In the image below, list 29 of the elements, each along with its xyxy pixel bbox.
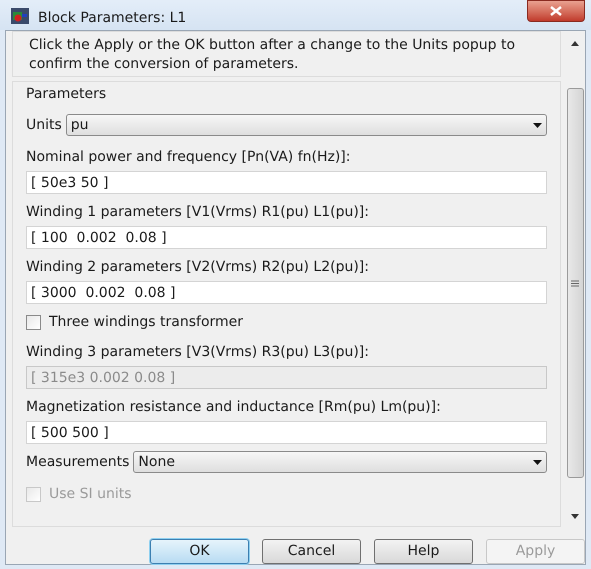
scroll-thumb[interactable] [566,88,584,478]
input-field[interactable]: [ 50e3 50 ] [26,171,547,194]
checkbox-option[interactable]: Three windings transformer [26,308,244,336]
field-label: Units [26,116,62,134]
dialog-button[interactable]: OK [150,539,249,564]
field-label: Measurements [26,452,130,472]
field-label: Winding 3 parameters [V3(Vrms) R3(pu) L3(pu)]: [26,343,370,362]
dropdown-arrow-icon [533,122,542,128]
dialog-button[interactable]: Help [374,539,473,564]
input-field[interactable]: [ 500 500 ] [26,421,547,444]
scroll-down-icon [571,514,579,519]
dropdown-arrow-icon [533,460,542,464]
close-icon [550,6,562,16]
grip-icon [571,280,579,286]
window-title: Block Parameters: L1 [38,9,186,28]
input-field[interactable]: [ 100 0.002 0.08 ] [26,226,547,249]
field-label: Winding 1 parameters [V1(Vrms) R1(pu) L1(pu)]: [26,203,370,222]
dialog-button[interactable]: Cancel [262,539,361,564]
close-button[interactable] [527,0,585,22]
input-field[interactable]: [ 3000 0.002 0.08 ] [26,281,547,304]
field-label: Winding 2 parameters [V2(Vrms) R2(pu) L2(pu)]: [26,258,370,277]
scroll-up-icon [571,41,579,46]
group-title: Parameters [26,85,108,104]
dropdown[interactable]: pu [66,114,547,136]
app-icon [11,8,29,24]
field-label: Magnetization resistance and inductance [Rm(pu) Lm(pu)]: [26,398,442,417]
info-text: Click the Apply or the OK button after a change to the Units popup to confirm the conversion of parameters. [29,37,516,72]
dropdown[interactable]: None [133,451,547,473]
field-label: Nominal power and frequency [Pn(VA) fn(Hz)]: [26,148,352,167]
